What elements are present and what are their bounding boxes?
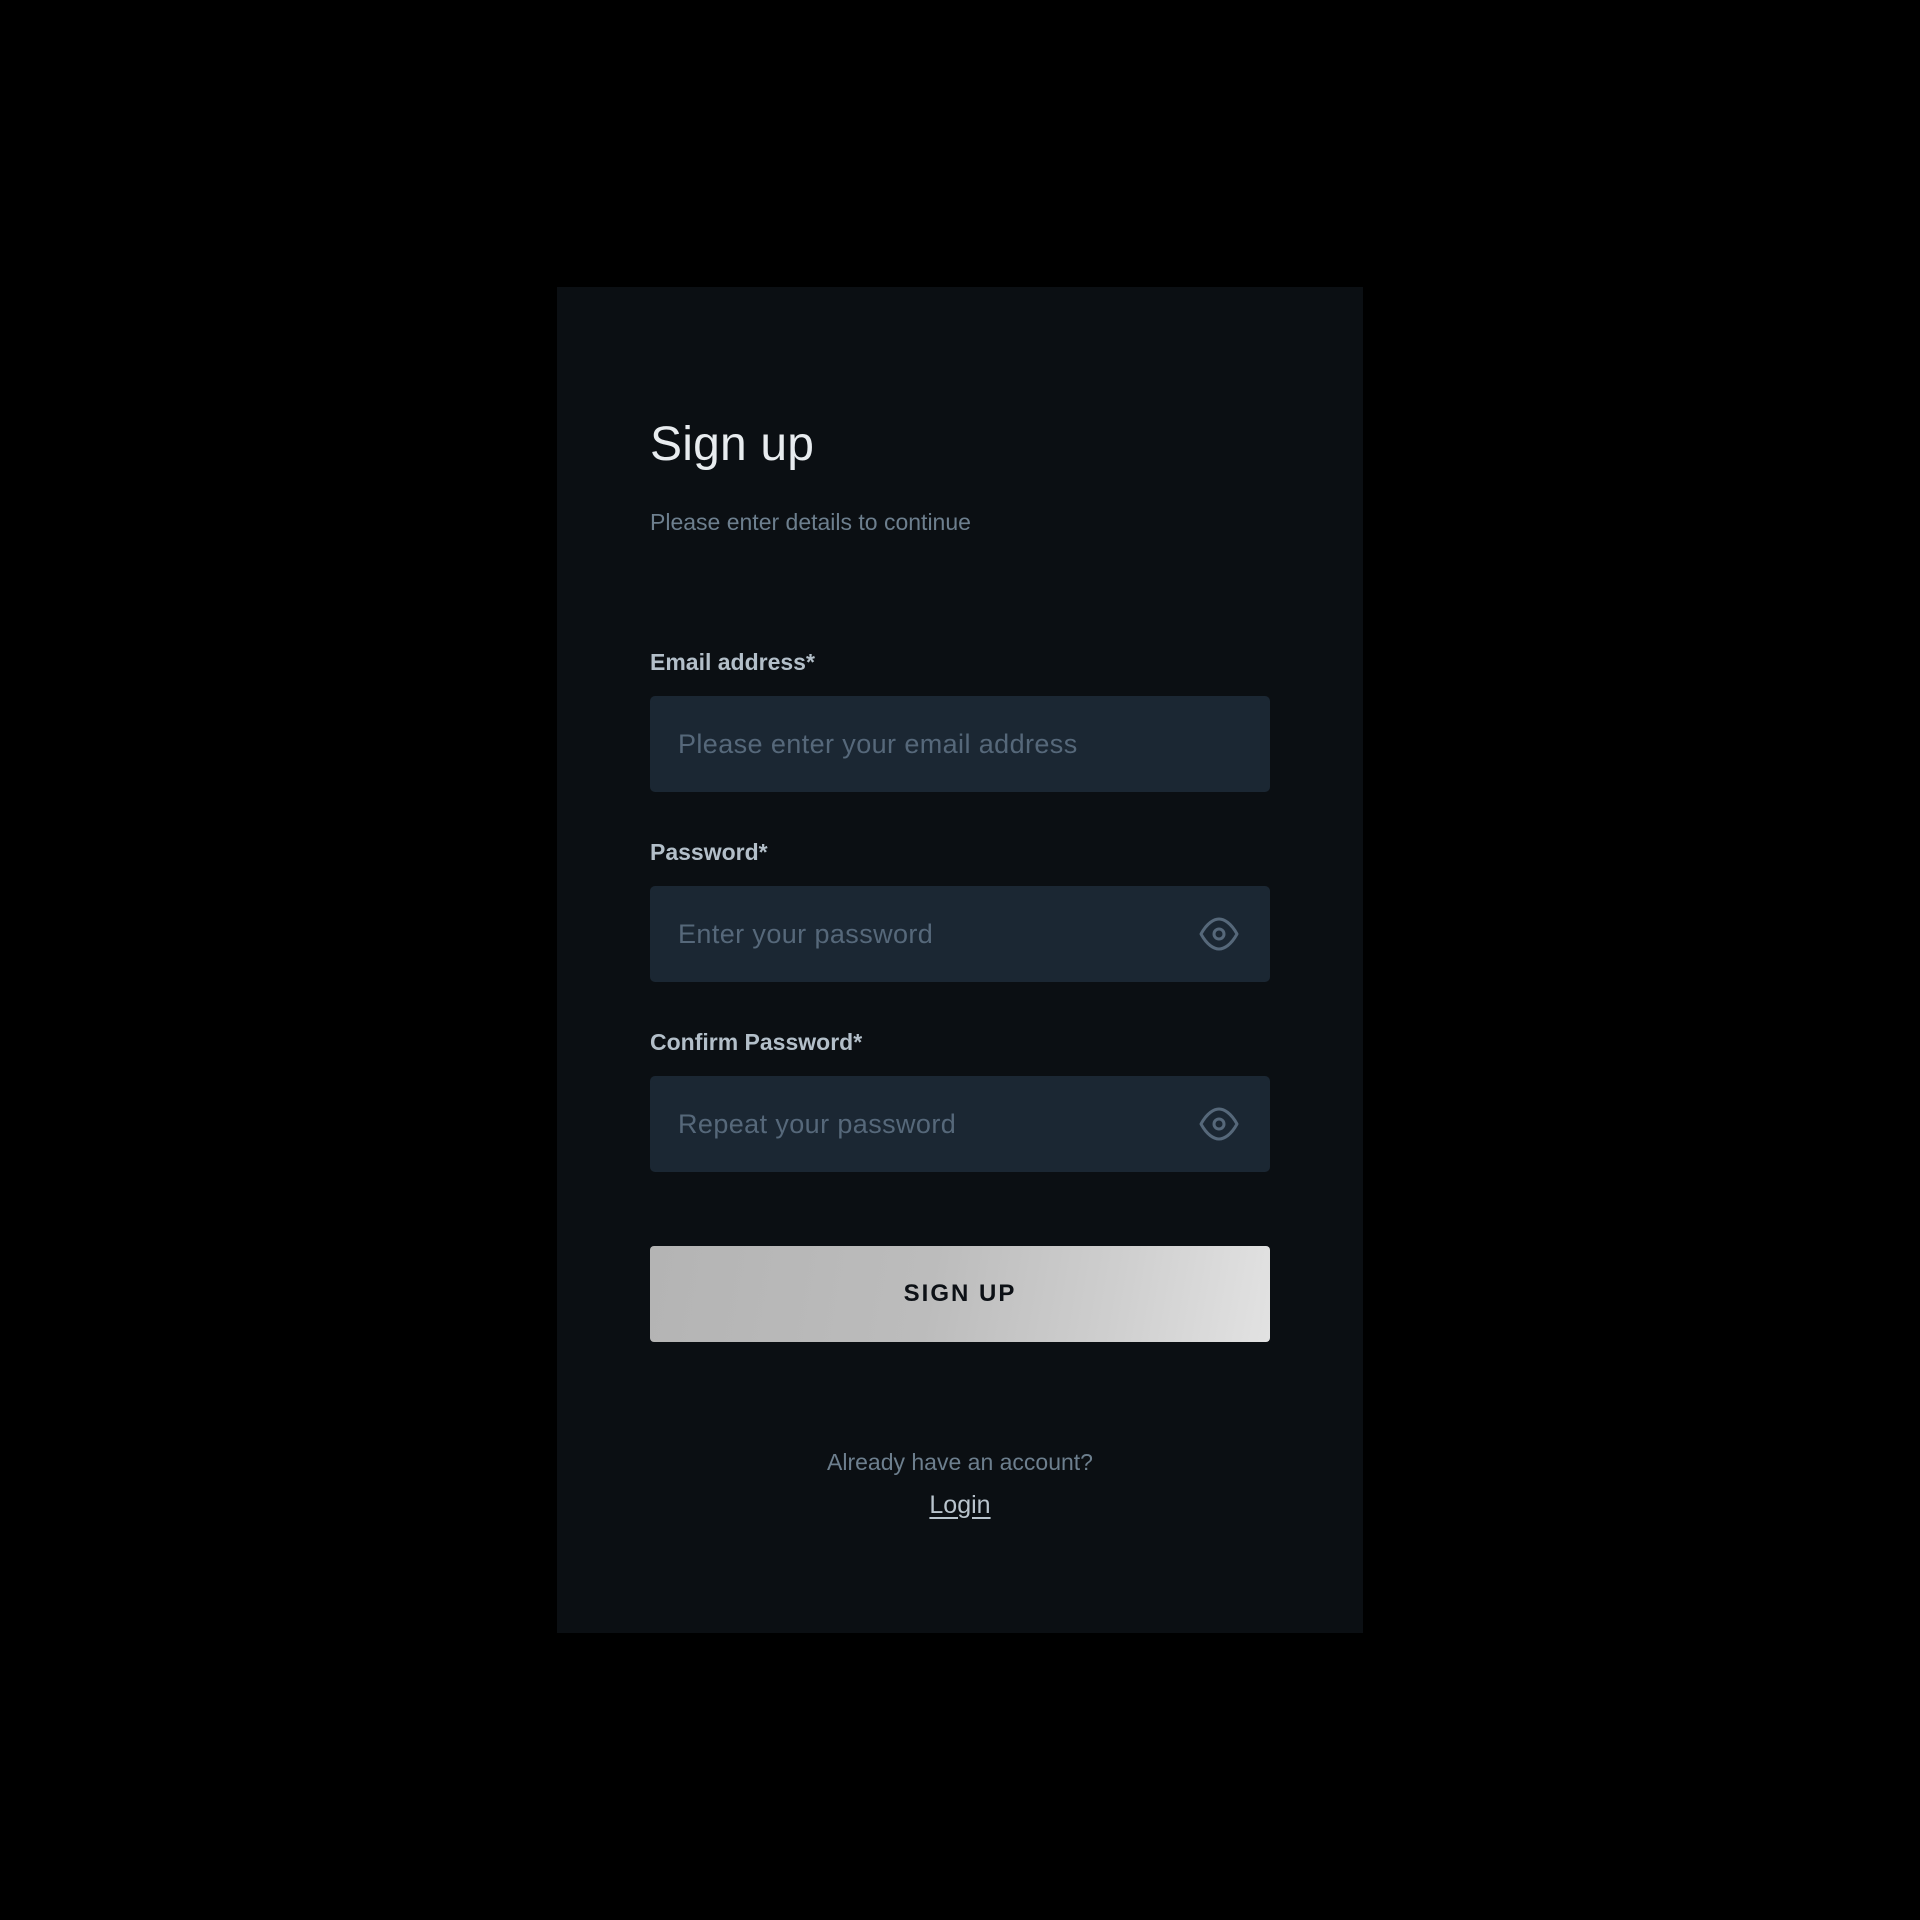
confirm-password-field[interactable] <box>650 1076 1270 1172</box>
page-title: Sign up <box>650 418 815 471</box>
signup-card: Sign up Please enter details to continue… <box>557 287 1363 1633</box>
password-field[interactable] <box>650 886 1270 982</box>
already-have-account-text: Already have an account? <box>827 1449 1093 1475</box>
email-label: Email address* <box>650 649 815 675</box>
confirm-password-field-container <box>650 1076 1270 1172</box>
login-link[interactable]: Login <box>929 1491 990 1519</box>
eye-icon[interactable] <box>1198 1104 1240 1144</box>
password-label: Password* <box>650 839 768 865</box>
email-field[interactable] <box>650 696 1270 792</box>
eye-icon[interactable] <box>1198 914 1240 954</box>
sign-up-button[interactable]: SIGN UP <box>650 1246 1270 1342</box>
password-field-container <box>650 886 1270 982</box>
login-link-container: Login <box>557 1493 1363 1518</box>
confirm-password-label: Confirm Password* <box>650 1029 863 1055</box>
page-subtitle: Please enter details to continue <box>650 509 971 535</box>
email-field-container <box>650 696 1270 792</box>
